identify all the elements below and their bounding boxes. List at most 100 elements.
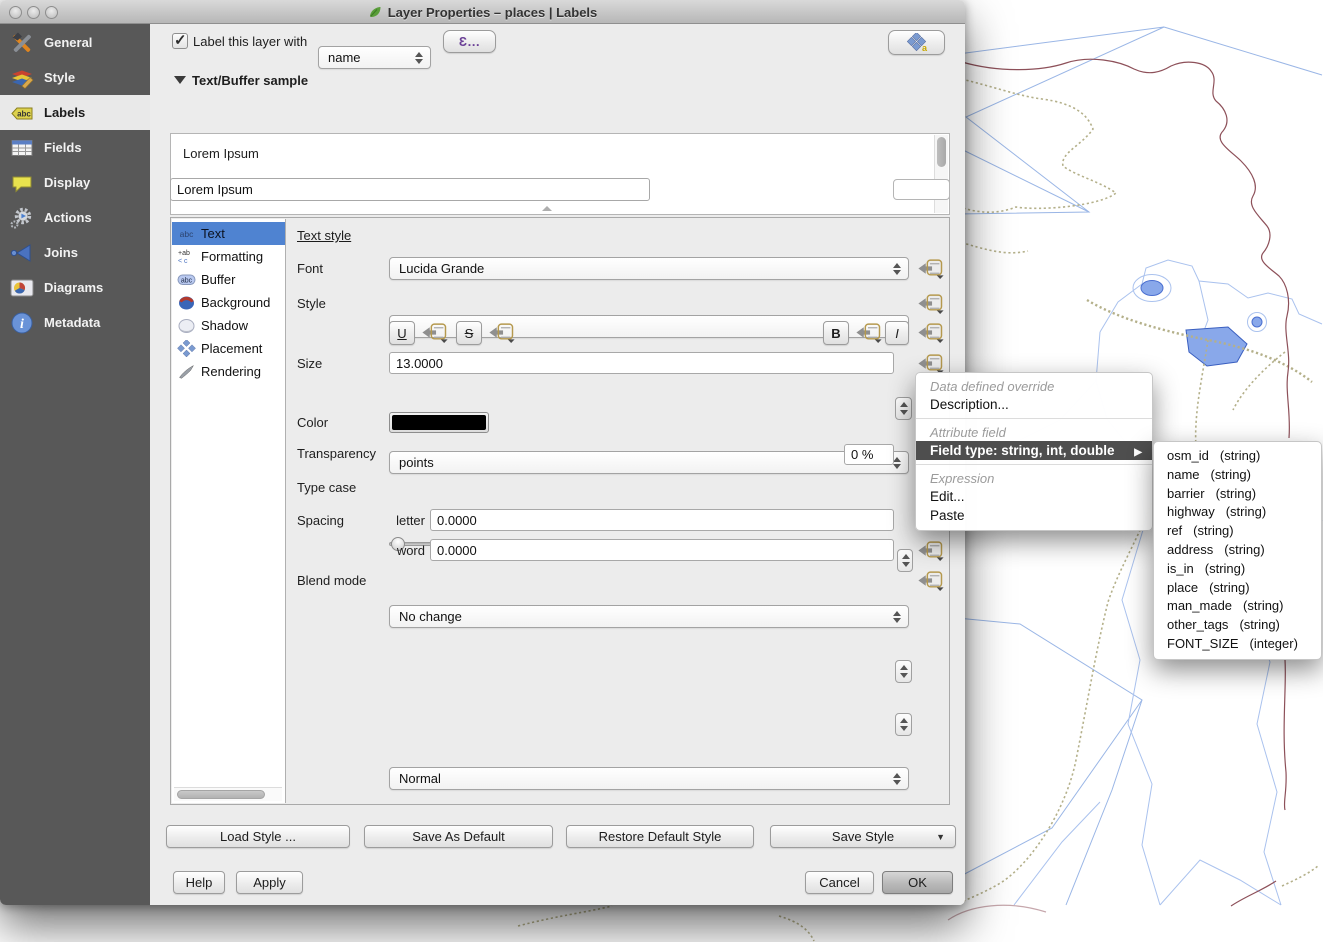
data-defined-icon[interactable] (917, 322, 945, 343)
svg-text:+ab: +ab (178, 250, 190, 257)
expression-builder-button[interactable]: Ɛ… (443, 30, 496, 53)
word-spacing-input[interactable] (430, 539, 894, 561)
field-option-address[interactable]: address(string) (1154, 541, 1321, 560)
menu-separator (916, 464, 1152, 465)
data-defined-icon[interactable] (917, 293, 945, 314)
menu-separator (916, 418, 1152, 419)
data-defined-icon[interactable] (421, 322, 449, 343)
label-layer-checkbox[interactable] (172, 33, 188, 49)
transparency-value[interactable]: 0 % (844, 444, 894, 465)
data-defined-context-menu: Data defined override Description... Att… (915, 372, 1153, 531)
sample-text-input[interactable] (170, 178, 650, 201)
field-option-highway[interactable]: highway(string) (1154, 503, 1321, 522)
tab-formatting[interactable]: +ab < c Formatting (172, 245, 285, 268)
titlebar[interactable]: Layer Properties – places | Labels (0, 0, 965, 24)
tab-background[interactable]: Background (172, 291, 285, 314)
submenu-arrow-icon (1134, 443, 1142, 458)
field-option-ref[interactable]: ref(string) (1154, 522, 1321, 541)
info-icon: i (9, 310, 35, 336)
blend-mode-select[interactable]: Normal (389, 767, 909, 790)
tab-rendering[interactable]: Rendering (172, 360, 285, 383)
size-input[interactable] (389, 352, 894, 374)
data-defined-icon[interactable] (917, 540, 945, 561)
field-option-other-tags[interactable]: other_tags(string) (1154, 616, 1321, 635)
data-defined-icon[interactable] (917, 258, 945, 279)
sidebar-item-joins[interactable]: Joins (0, 235, 150, 270)
tab-placement[interactable]: Placement (172, 337, 285, 360)
font-select[interactable]: Lucida Grande (389, 257, 909, 280)
strikeout-button[interactable]: S (456, 321, 482, 345)
background-tab-icon (177, 294, 196, 311)
spacing-label: Spacing (297, 513, 344, 528)
menu-item-field-type[interactable]: Field type: string, int, double (916, 441, 1152, 460)
splitter-handle[interactable] (542, 206, 552, 211)
sidebar-item-metadata[interactable]: i Metadata (0, 305, 150, 340)
joins-arrow-icon (9, 240, 35, 266)
italic-button[interactable]: I (885, 321, 909, 345)
field-option-place[interactable]: place(string) (1154, 579, 1321, 598)
preview-scrollbar[interactable] (934, 135, 948, 213)
tab-text[interactable]: abc Text (172, 222, 285, 245)
apply-button[interactable]: Apply (236, 871, 303, 894)
ok-button[interactable]: OK (882, 871, 953, 894)
transparency-spinner[interactable] (897, 549, 913, 572)
cancel-button[interactable]: Cancel (805, 871, 874, 894)
sidebar-item-style[interactable]: Style (0, 60, 150, 95)
svg-text:abc: abc (180, 229, 194, 239)
menu-item-edit[interactable]: Edit... (916, 487, 1152, 506)
sidebar-item-diagrams[interactable]: Diagrams (0, 270, 150, 305)
svg-text:abc: abc (181, 278, 193, 285)
size-unit-select[interactable]: points (389, 451, 909, 474)
data-defined-icon[interactable] (488, 322, 516, 343)
bold-button[interactable]: B (823, 321, 849, 345)
sidebar-item-actions[interactable]: Actions (0, 200, 150, 235)
data-defined-icon[interactable] (855, 322, 883, 343)
label-settings-panel: abc Text +ab < c Formatting (170, 217, 950, 805)
load-style-button[interactable]: Load Style ... (166, 825, 350, 848)
restore-default-style-button[interactable]: Restore Default Style (566, 825, 754, 848)
field-option-barrier[interactable]: barrier(string) (1154, 485, 1321, 504)
dropdown-arrow-icon: ▼ (936, 832, 945, 842)
data-defined-icon[interactable] (917, 353, 945, 374)
menu-item-description[interactable]: Description... (916, 395, 1152, 414)
font-label: Font (297, 261, 323, 276)
tabs-scrollbar[interactable] (174, 787, 282, 801)
sidebar-item-general[interactable]: General (0, 25, 150, 60)
field-option-osm-id[interactable]: osm_id(string) (1154, 447, 1321, 466)
svg-text:abc: abc (17, 109, 31, 118)
sample-section-title: Text/Buffer sample (192, 73, 308, 88)
word-label: word (389, 543, 425, 558)
field-option-font-size[interactable]: FONT_SIZE(integer) (1154, 635, 1321, 654)
help-button[interactable]: Help (173, 871, 225, 894)
letter-spacing-spinner[interactable] (895, 660, 912, 683)
tab-shadow[interactable]: Shadow (172, 314, 285, 337)
sidebar-item-fields[interactable]: Fields (0, 130, 150, 165)
sidebar-item-labels[interactable]: abc Labels (0, 95, 150, 130)
speech-bubble-icon (9, 170, 35, 196)
label-field-select[interactable]: name (318, 46, 431, 69)
tools-icon (9, 30, 35, 56)
transparency-label: Transparency (297, 446, 376, 461)
underline-button[interactable]: U (389, 321, 415, 345)
save-style-button[interactable]: Save Style ▼ (770, 825, 956, 848)
blend-mode-label: Blend mode (297, 573, 366, 588)
type-case-select[interactable]: No change (389, 605, 909, 628)
sidebar-item-display[interactable]: Display (0, 165, 150, 200)
word-spacing-spinner[interactable] (895, 713, 912, 736)
labels-icon: abc (9, 100, 35, 126)
field-option-is-in[interactable]: is_in(string) (1154, 560, 1321, 579)
font-color-button[interactable] (389, 412, 489, 433)
collapse-triangle-icon[interactable] (174, 76, 186, 84)
data-defined-icon[interactable] (917, 570, 945, 591)
auto-placement-settings-button[interactable]: a (888, 30, 945, 55)
preview-scale-box[interactable] (893, 179, 950, 200)
save-as-default-button[interactable]: Save As Default (364, 825, 553, 848)
tab-buffer[interactable]: abc Buffer (172, 268, 285, 291)
field-option-man-made[interactable]: man_made(string) (1154, 597, 1321, 616)
size-spinner[interactable] (895, 397, 912, 420)
field-option-name[interactable]: name(string) (1154, 466, 1321, 485)
letter-spacing-input[interactable] (430, 509, 894, 531)
menu-item-paste[interactable]: Paste (916, 506, 1152, 525)
table-icon (9, 135, 35, 161)
text-style-heading: Text style (297, 228, 351, 243)
